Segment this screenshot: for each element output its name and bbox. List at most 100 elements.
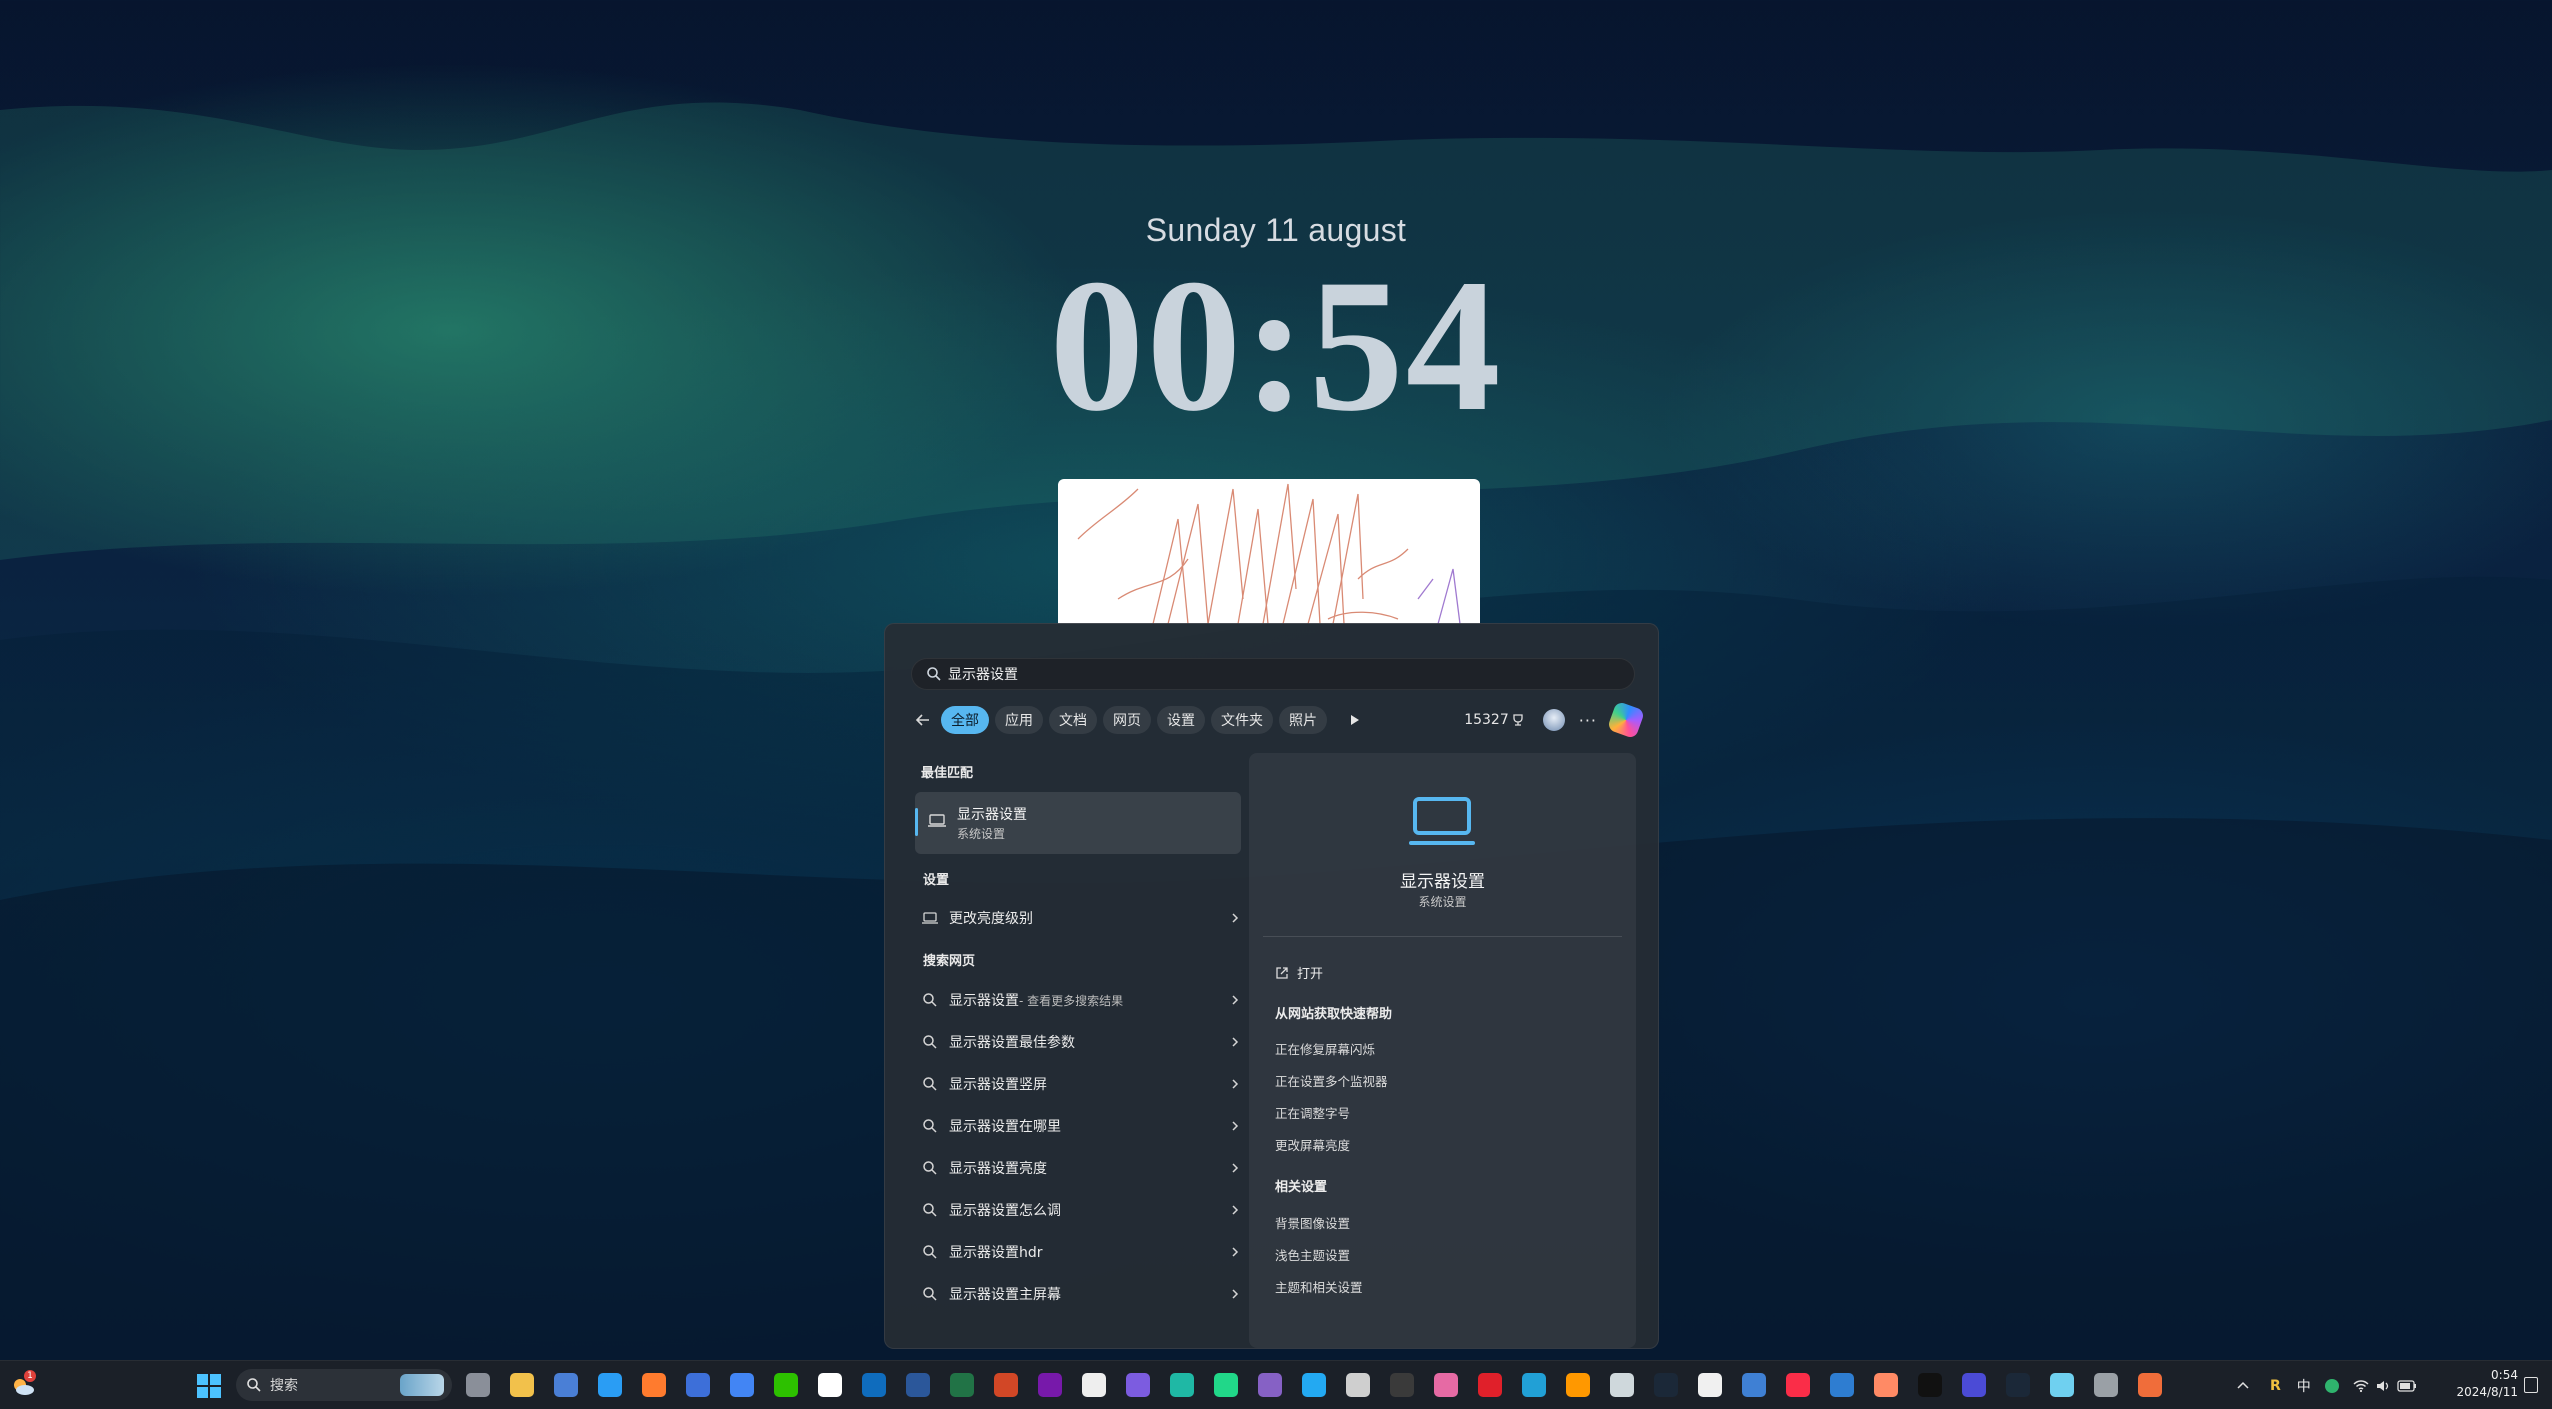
app-photo-icon[interactable] [2138, 1373, 2162, 1397]
web-result-item[interactable]: 显示器设置hdr [921, 1236, 1241, 1268]
powerpoint-icon[interactable] [994, 1373, 1018, 1397]
web-search-heading: 搜索网页 [923, 954, 976, 969]
onenote-icon[interactable] [1038, 1373, 1062, 1397]
capcut-icon[interactable] [1918, 1373, 1942, 1397]
web-result-item[interactable]: 显示器设置主屏幕 [921, 1278, 1241, 1310]
web-result-item[interactable]: 显示器设置怎么调 [921, 1194, 1241, 1226]
obsidian-icon[interactable] [1126, 1373, 1150, 1397]
typst-icon[interactable] [1170, 1373, 1194, 1397]
volume-icon[interactable] [2375, 1379, 2391, 1393]
web-result-item[interactable]: 显示器设置在哪里 [921, 1110, 1241, 1142]
app-pink-icon[interactable] [1434, 1373, 1458, 1397]
filter-settings[interactable]: 设置 [1157, 706, 1205, 734]
steam-icon[interactable] [1654, 1373, 1678, 1397]
more-options-button[interactable]: ··· [1579, 711, 1597, 730]
app-star-icon[interactable] [686, 1373, 710, 1397]
web-result-item[interactable]: 显示器设置亮度 [921, 1152, 1241, 1184]
related-link[interactable]: 浅色主题设置 [1275, 1245, 1350, 1264]
play-more-filters-icon[interactable] [1343, 709, 1365, 731]
filter-documents[interactable]: 文档 [1049, 706, 1097, 734]
qq-icon[interactable] [818, 1373, 842, 1397]
ime-r-icon[interactable]: R [2270, 1378, 2281, 1394]
filter-photos[interactable]: 照片 [1279, 706, 1327, 734]
best-match-item[interactable]: 显示器设置 系统设置 [915, 792, 1241, 854]
app-colorful-icon[interactable] [1874, 1373, 1898, 1397]
app-calendar-icon[interactable] [1742, 1373, 1766, 1397]
terminal-icon[interactable] [1390, 1373, 1414, 1397]
sketch-image [1077, 483, 1461, 624]
web-result-item[interactable]: 显示器设置竖屏 [921, 1068, 1241, 1100]
visual-studio-icon[interactable] [1258, 1373, 1282, 1397]
help-heading: 从网站获取快速帮助 [1275, 1007, 1393, 1022]
best-match-title: 显示器设置 [957, 807, 1027, 823]
vim-icon[interactable] [1522, 1373, 1546, 1397]
web-result-item[interactable]: 显示器设置最佳参数 [921, 1026, 1241, 1058]
search-input[interactable] [948, 666, 1548, 682]
back-arrow-icon[interactable] [911, 708, 935, 732]
taskbar-clock[interactable]: 0:54 2024/8/11 [2448, 1367, 2518, 1401]
open-action[interactable]: 打开 [1275, 963, 1323, 982]
copilot-icon[interactable] [1606, 700, 1646, 740]
clock-date: 2024/8/11 [2456, 1385, 2518, 1399]
search-box[interactable] [911, 658, 1635, 690]
user-avatar[interactable] [1542, 709, 1565, 731]
search-icon [923, 1035, 937, 1049]
app-gear-icon[interactable] [1346, 1373, 1370, 1397]
sublime-icon[interactable] [1566, 1373, 1590, 1397]
netease-music-icon[interactable] [1478, 1373, 1502, 1397]
rewards-points[interactable]: 15327 [1464, 712, 1525, 728]
help-link[interactable]: 正在修复屏幕闪烁 [1275, 1039, 1375, 1058]
filter-apps[interactable]: 应用 [995, 706, 1043, 734]
steam2-icon[interactable] [2006, 1373, 2030, 1397]
firefox-icon[interactable] [642, 1373, 666, 1397]
help-link[interactable]: 更改屏幕亮度 [1275, 1135, 1350, 1154]
best-match-heading: 最佳匹配 [921, 766, 974, 781]
app-triangle-icon[interactable] [2050, 1373, 2074, 1397]
word-icon[interactable] [906, 1373, 930, 1397]
settings-icon[interactable] [2094, 1373, 2118, 1397]
app-tools-icon[interactable] [1610, 1373, 1634, 1397]
typora-icon[interactable] [1082, 1373, 1106, 1397]
battery-icon[interactable] [2397, 1379, 2417, 1392]
edge-icon[interactable] [598, 1373, 622, 1397]
preview-title: 显示器设置 [1400, 872, 1485, 892]
vscode-icon[interactable] [1302, 1373, 1326, 1397]
search-icon [923, 1287, 937, 1301]
windows-start-icon[interactable] [196, 1373, 222, 1399]
chrome-icon[interactable] [730, 1373, 754, 1397]
chevron-right-icon [1232, 995, 1239, 1005]
divider [1263, 936, 1622, 937]
filter-all[interactable]: 全部 [941, 706, 989, 734]
chevron-right-icon [1232, 1079, 1239, 1089]
help-link[interactable]: 正在调整字号 [1275, 1103, 1350, 1122]
sketch-image-widget[interactable] [1058, 479, 1480, 624]
file-explorer-icon[interactable] [510, 1373, 534, 1397]
taskbar-search-box[interactable]: 搜索 [236, 1369, 452, 1401]
app-blue-icon[interactable] [1830, 1373, 1854, 1397]
github-icon[interactable] [1698, 1373, 1722, 1397]
apple-music-icon[interactable] [1786, 1373, 1810, 1397]
ime-language[interactable]: 中 [2297, 1376, 2311, 1396]
system-tray: R 中 [2236, 1361, 2417, 1409]
settings-result-brightness[interactable]: 更改亮度级别 [921, 902, 1241, 934]
outlook-icon[interactable] [862, 1373, 886, 1397]
search-icon [923, 1203, 937, 1217]
help-link[interactable]: 正在设置多个监视器 [1275, 1071, 1388, 1090]
microsoft-store-icon[interactable] [554, 1373, 578, 1397]
notification-center-icon[interactable] [2524, 1377, 2538, 1393]
filter-web[interactable]: 网页 [1103, 706, 1151, 734]
related-link[interactable]: 主题和相关设置 [1275, 1277, 1363, 1296]
web-result-more[interactable]: 显示器设置 - 查看更多搜索结果 [921, 984, 1241, 1016]
wechat-icon[interactable] [774, 1373, 798, 1397]
app-circle-icon[interactable] [1962, 1373, 1986, 1397]
pycharm-icon[interactable] [1214, 1373, 1238, 1397]
excel-icon[interactable] [950, 1373, 974, 1397]
related-link[interactable]: 背景图像设置 [1275, 1213, 1350, 1232]
chevron-right-icon [1232, 1037, 1239, 1047]
app-tray-icon[interactable] [2324, 1378, 2339, 1393]
wifi-icon[interactable] [2353, 1379, 2369, 1393]
open-label: 打开 [1297, 967, 1324, 982]
filter-folders[interactable]: 文件夹 [1211, 706, 1273, 734]
chevron-up-icon[interactable] [2236, 1379, 2250, 1393]
task-view-icon[interactable] [466, 1373, 490, 1397]
